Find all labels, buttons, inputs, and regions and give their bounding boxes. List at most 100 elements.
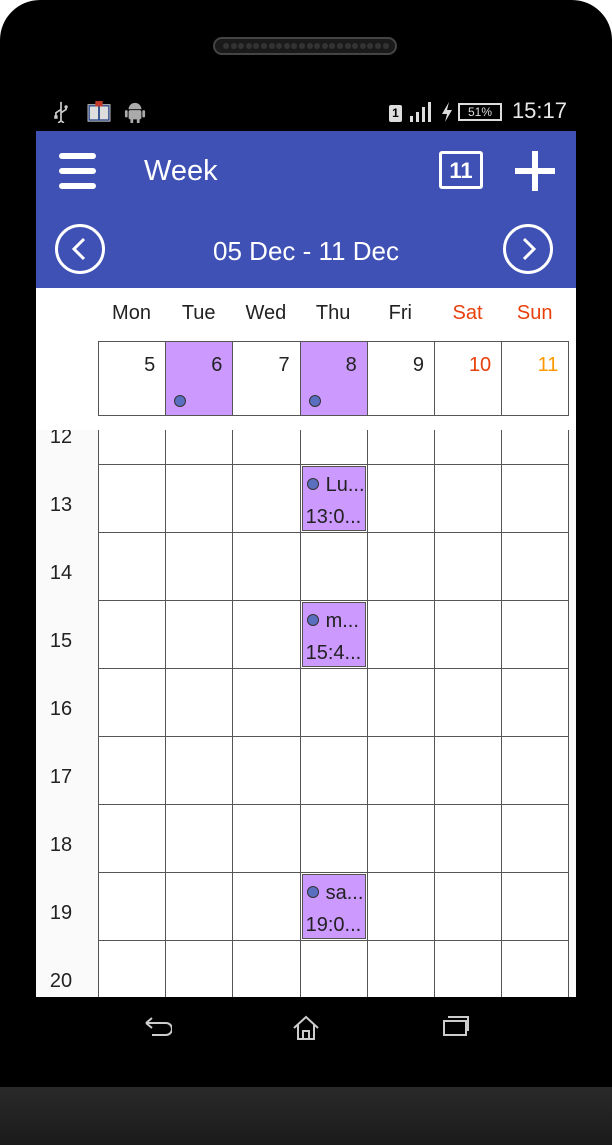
time-slot[interactable] xyxy=(501,430,570,465)
day-cell-mon[interactable]: 5 xyxy=(98,341,167,416)
speaker-hole xyxy=(321,43,328,49)
speaker-hole xyxy=(291,43,298,49)
time-slot[interactable] xyxy=(434,464,503,533)
battery-icon: 51% xyxy=(458,103,502,121)
time-slot[interactable] xyxy=(232,532,301,601)
time-slot[interactable] xyxy=(232,804,301,873)
speaker-hole xyxy=(306,43,313,49)
time-slot[interactable] xyxy=(232,600,301,669)
time-slot[interactable] xyxy=(366,872,435,941)
time-slot[interactable] xyxy=(165,532,234,601)
time-slot[interactable] xyxy=(366,736,435,805)
time-slot[interactable] xyxy=(366,940,435,997)
time-slot[interactable] xyxy=(98,940,167,997)
time-slot[interactable] xyxy=(165,940,234,997)
event-dot xyxy=(306,614,319,626)
speaker-hole xyxy=(367,43,374,49)
time-slot[interactable] xyxy=(98,736,167,805)
time-slot[interactable] xyxy=(434,532,503,601)
time-slot[interactable] xyxy=(501,872,570,941)
day-name-fri: Fri xyxy=(388,302,412,324)
recent-apps-icon[interactable] xyxy=(442,1015,470,1037)
time-slot[interactable] xyxy=(434,736,503,805)
time-slot[interactable] xyxy=(501,940,570,997)
time-slot[interactable] xyxy=(98,668,167,737)
day-cell-fri[interactable]: 9 xyxy=(366,341,435,416)
time-slot[interactable] xyxy=(501,804,570,873)
time-slot[interactable] xyxy=(434,804,503,873)
day-cell-thu[interactable]: 8 xyxy=(299,341,368,416)
time-slot[interactable] xyxy=(434,940,503,997)
time-slot[interactable] xyxy=(165,736,234,805)
speaker-hole xyxy=(238,43,245,49)
day-cell-tue[interactable]: 6 xyxy=(165,341,234,416)
event-block[interactable]: Lu... 13:0... xyxy=(301,466,366,531)
event-dot xyxy=(306,478,319,490)
time-slot[interactable] xyxy=(434,872,503,941)
time-slot[interactable] xyxy=(501,736,570,805)
day-name-mon: Mon xyxy=(112,302,151,324)
time-slot[interactable] xyxy=(366,600,435,669)
time-slot[interactable] xyxy=(165,464,234,533)
time-slot[interactable] xyxy=(501,464,570,533)
time-slot[interactable] xyxy=(232,464,301,533)
day-name-thu: Thu xyxy=(315,302,351,324)
home-icon[interactable] xyxy=(292,1015,320,1041)
day-cell-sat[interactable]: 10 xyxy=(434,341,503,416)
speaker-hole xyxy=(230,43,237,49)
time-slot[interactable] xyxy=(366,464,435,533)
time-slot[interactable] xyxy=(434,430,503,465)
time-slot[interactable] xyxy=(98,430,167,465)
time-slot[interactable] xyxy=(501,600,570,669)
time-slot[interactable] xyxy=(299,532,368,601)
day-name-sun: Sun xyxy=(516,302,553,324)
time-slot[interactable] xyxy=(165,600,234,669)
event-time: 15:4... xyxy=(305,642,362,664)
time-slot[interactable] xyxy=(232,872,301,941)
today-button[interactable]: 11 xyxy=(439,151,483,189)
time-slot[interactable] xyxy=(98,872,167,941)
hour-label: 17 xyxy=(49,766,73,788)
hamburger-icon[interactable] xyxy=(59,153,96,189)
time-slot[interactable] xyxy=(98,532,167,601)
time-slot[interactable] xyxy=(165,430,234,465)
time-slot[interactable] xyxy=(299,430,368,465)
time-slot[interactable] xyxy=(165,872,234,941)
time-slot[interactable] xyxy=(232,430,301,465)
day-date: 6 xyxy=(211,354,223,376)
time-slot[interactable] xyxy=(434,668,503,737)
time-slot[interactable] xyxy=(165,668,234,737)
time-slot[interactable] xyxy=(434,600,503,669)
time-slot[interactable] xyxy=(299,804,368,873)
time-slot[interactable] xyxy=(501,532,570,601)
back-icon[interactable] xyxy=(142,1015,172,1037)
day-name-tue: Tue xyxy=(181,302,216,324)
time-slot[interactable] xyxy=(98,464,167,533)
app-bar: Week 11 xyxy=(36,131,576,214)
time-slot[interactable] xyxy=(98,804,167,873)
time-slot[interactable] xyxy=(299,668,368,737)
time-slot[interactable] xyxy=(366,804,435,873)
page-title: Week xyxy=(144,155,218,187)
day-cell-sun[interactable]: 11 xyxy=(501,341,570,416)
week-range: 05 Dec - 11 Dec xyxy=(213,236,399,266)
chevron-right-icon[interactable] xyxy=(503,224,553,274)
hour-label: 18 xyxy=(49,834,73,856)
time-slot[interactable] xyxy=(232,668,301,737)
time-slot[interactable] xyxy=(366,430,435,465)
time-slot[interactable] xyxy=(501,668,570,737)
time-slot[interactable] xyxy=(98,600,167,669)
time-slot[interactable] xyxy=(299,736,368,805)
time-slot[interactable] xyxy=(232,736,301,805)
screen: 1 51% 15:17 Week 11 05 Dec - 11 Dec Mon … xyxy=(36,92,576,997)
time-slot[interactable] xyxy=(165,804,234,873)
speaker-hole xyxy=(359,43,366,49)
time-slot[interactable] xyxy=(366,532,435,601)
time-slot[interactable] xyxy=(232,940,301,997)
time-slot[interactable] xyxy=(366,668,435,737)
day-cell-wed[interactable]: 7 xyxy=(232,341,301,416)
plus-icon[interactable] xyxy=(515,151,555,191)
time-slot[interactable] xyxy=(299,940,368,997)
event-block[interactable]: sa... 19:0... xyxy=(301,874,366,939)
event-block[interactable]: m... 15:4... xyxy=(301,602,366,667)
